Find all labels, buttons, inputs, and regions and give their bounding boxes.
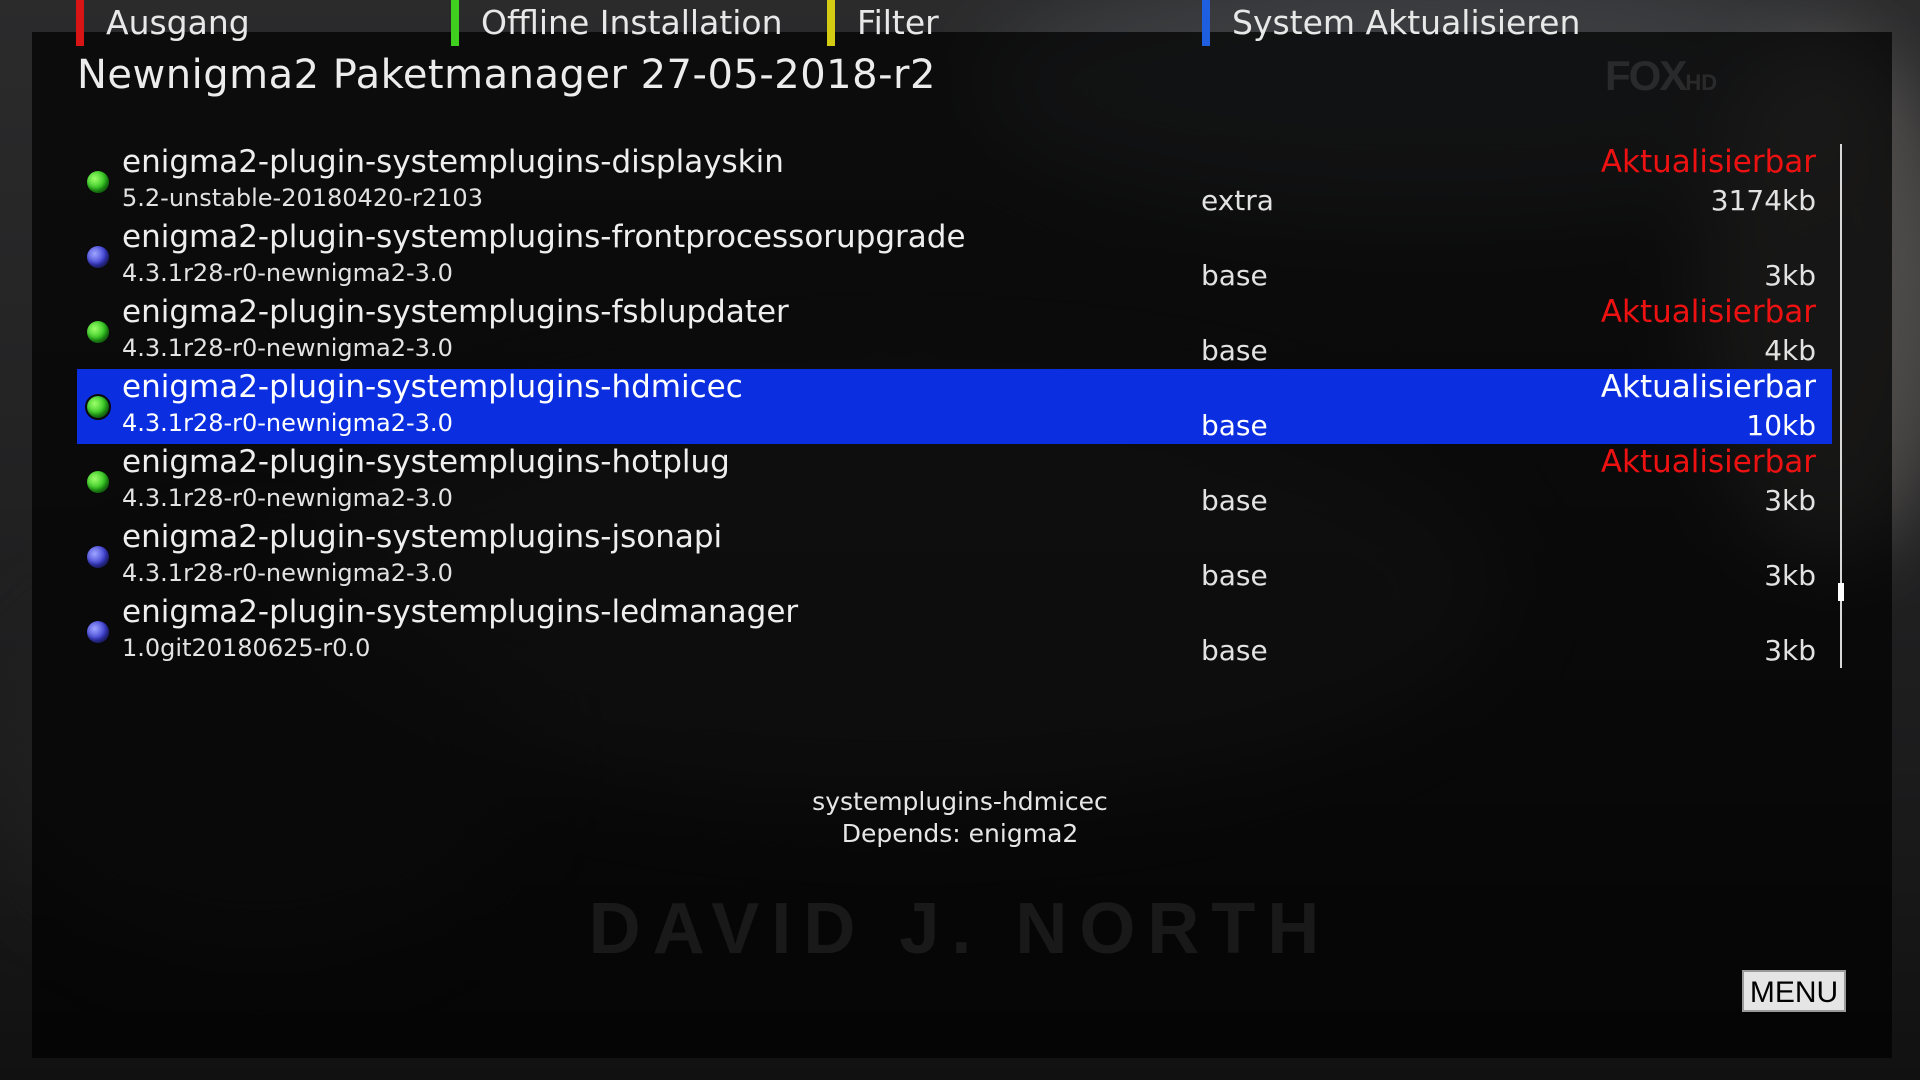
package-version: 4.3.1r28-r0-newnigma2-3.0 [122, 559, 453, 587]
package-status: Aktualisierbar [1600, 369, 1816, 405]
package-name: enigma2-plugin-systemplugins-fsblupdater [122, 294, 789, 330]
package-row[interactable]: enigma2-plugin-systemplugins-hdmicec 4.3.… [77, 369, 1832, 444]
package-version: 4.3.1r28-r0-newnigma2-3.0 [122, 484, 453, 512]
package-size: 10kb [1746, 409, 1816, 442]
package-status: Aktualisierbar [1600, 444, 1816, 480]
package-version: 4.3.1r28-r0-newnigma2-3.0 [122, 334, 453, 362]
package-version: 1.0git20180625-r0.0 [122, 634, 371, 662]
package-version: 4.3.1r28-r0-newnigma2-3.0 [122, 409, 453, 437]
red-key-indicator [76, 0, 84, 46]
package-feed: base [1201, 484, 1268, 517]
package-feed: base [1201, 259, 1268, 292]
description-depends: Depends: enigma2 [841, 819, 1079, 848]
package-row[interactable]: enigma2-plugin-systemplugins-displayskin… [77, 144, 1832, 219]
available-status-icon [87, 246, 109, 268]
package-row[interactable]: enigma2-plugin-systemplugins-hotplug 4.3.… [77, 444, 1832, 519]
background-credit-text: DAVID J. NORTH [588, 889, 1332, 969]
package-row[interactable]: enigma2-plugin-systemplugins-fsblupdater… [77, 294, 1832, 369]
package-name: enigma2-plugin-systemplugins-ledmanager [122, 594, 799, 630]
package-feed: base [1201, 409, 1268, 442]
package-feed: base [1201, 334, 1268, 367]
blue-key-label: System Aktualisieren [1232, 3, 1581, 42]
yellow-key-label: Filter [857, 3, 939, 42]
scrollbar-thumb[interactable] [1838, 583, 1844, 601]
blue-key-indicator [1202, 0, 1210, 46]
green-key-label: Offline Installation [481, 3, 783, 42]
package-size: 3kb [1764, 484, 1816, 517]
package-name: enigma2-plugin-systemplugins-displayskin [122, 144, 784, 180]
installed-status-icon [87, 321, 109, 343]
yellow-key-indicator [827, 0, 835, 46]
package-size: 3174kb [1710, 184, 1816, 217]
package-list[interactable]: enigma2-plugin-systemplugins-displayskin… [77, 144, 1832, 669]
package-feed: base [1201, 559, 1268, 592]
package-version: 4.3.1r28-r0-newnigma2-3.0 [122, 259, 453, 287]
package-name: enigma2-plugin-systemplugins-hdmicec [122, 369, 743, 405]
package-status: Aktualisierbar [1600, 294, 1816, 330]
package-description: systemplugins-hdmicec Depends: enigma2 [0, 786, 1920, 850]
installed-status-icon [85, 394, 111, 420]
description-package-name: systemplugins-hdmicec [812, 787, 1108, 816]
available-status-icon [87, 546, 109, 568]
package-row[interactable]: enigma2-plugin-systemplugins-frontproces… [77, 219, 1832, 294]
package-size: 3kb [1764, 634, 1816, 667]
installed-status-icon [87, 171, 109, 193]
package-name: enigma2-plugin-systemplugins-hotplug [122, 444, 730, 480]
installed-status-icon [87, 471, 109, 493]
available-status-icon [87, 621, 109, 643]
green-key-indicator [451, 0, 459, 46]
package-feed: base [1201, 634, 1268, 667]
package-name: enigma2-plugin-systemplugins-frontproces… [122, 219, 966, 255]
package-row[interactable]: enigma2-plugin-systemplugins-ledmanager 1… [77, 594, 1832, 669]
channel-logo: FOXHD [1605, 52, 1717, 100]
package-size: 3kb [1764, 259, 1816, 292]
package-feed: extra [1201, 184, 1274, 217]
package-size: 3kb [1764, 559, 1816, 592]
red-key-label: Ausgang [106, 3, 250, 42]
package-size: 4kb [1764, 334, 1816, 367]
menu-button[interactable]: MENU [1742, 970, 1846, 1012]
channel-logo-suffix: HD [1685, 70, 1718, 95]
window-title: Newnigma2 Paketmanager 27-05-2018-r2 [77, 52, 936, 98]
package-name: enigma2-plugin-systemplugins-jsonapi [122, 519, 723, 555]
package-version: 5.2-unstable-20180420-r2103 [122, 184, 483, 212]
package-row[interactable]: enigma2-plugin-systemplugins-jsonapi 4.3.… [77, 519, 1832, 594]
channel-logo-text: FOX [1605, 52, 1687, 99]
package-status: Aktualisierbar [1600, 144, 1816, 180]
